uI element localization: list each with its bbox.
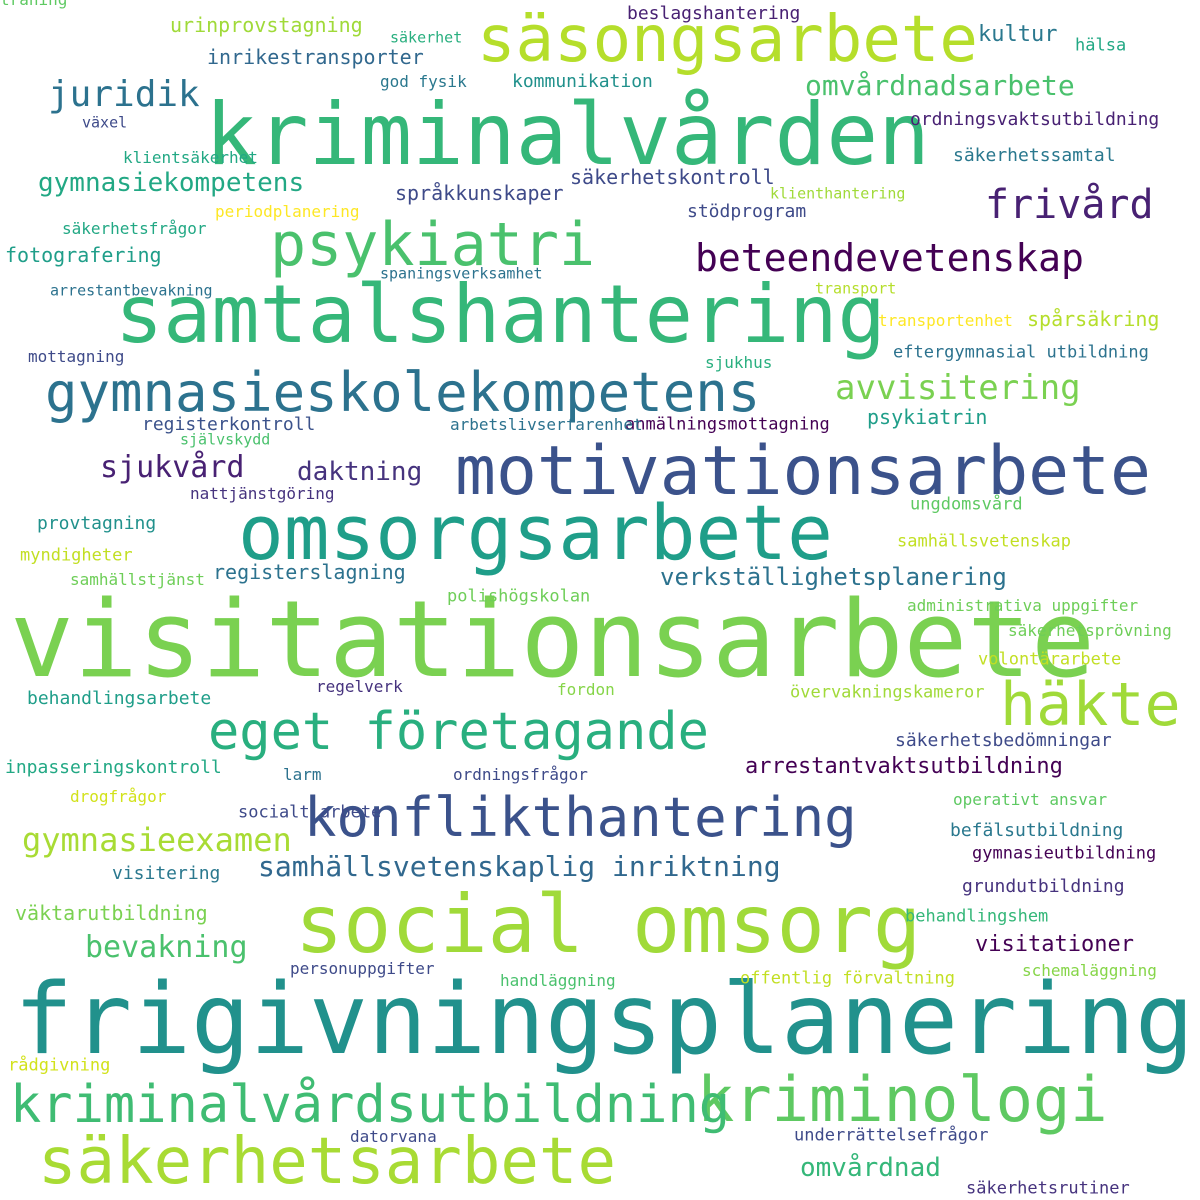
word-säkerhet: säkerhet — [390, 28, 463, 47]
word-kriminalvården: kriminalvården — [205, 85, 930, 185]
word-omvårdnad: omvårdnad — [800, 1153, 941, 1183]
word-mottagning: mottagning — [28, 347, 125, 366]
word-beslagshantering: beslagshantering — [627, 3, 801, 24]
word-ungdomsvård: ungdomsvård — [910, 494, 1023, 515]
word-säkerhetsbedömningar: säkerhetsbedömningar — [895, 730, 1112, 751]
word-gymnasieutbildning: gymnasieutbildning — [972, 843, 1157, 864]
word-bevakning: bevakning — [85, 930, 248, 965]
word-social-omsorg: social omsorg — [295, 878, 922, 971]
word-häkte: häkte — [1000, 670, 1181, 740]
word-larm: larm — [283, 765, 322, 784]
word-samhällsvetenskaplig-inriktning: samhällsvetenskaplig inriktning — [258, 850, 781, 883]
word-kriminologi: kriminologi — [697, 1063, 1108, 1136]
word-personuppgifter: personuppgifter — [290, 959, 435, 978]
word-god-fysik: god fysik — [380, 72, 467, 91]
word-samtalshantering: samtalshantering — [115, 268, 886, 361]
word-volontärarbete: volontärarbete — [978, 649, 1122, 670]
word-övervakningskameror: övervakningskameror — [790, 682, 985, 703]
word-kultur: kultur — [978, 22, 1058, 47]
word-rådgivning: rådgivning — [8, 1055, 111, 1076]
word-säkerhetskontroll: säkerhetskontroll — [570, 165, 775, 189]
word-visitationer: visitationer — [975, 932, 1134, 957]
word-operativt-ansvar: operativt ansvar — [953, 790, 1108, 809]
word-frivård: frivård — [985, 182, 1154, 228]
word-nattjänstgöring: nattjänstgöring — [190, 484, 335, 503]
word-socialt-arbete: socialt arbete — [238, 802, 382, 823]
word-anmälningsmottagning: anmälningsmottagning — [625, 414, 830, 435]
word-polishögskolan: polishögskolan — [447, 586, 591, 607]
word-träning: träning — [0, 0, 67, 8]
word-inrikestransporter: inrikestransporter — [207, 45, 424, 69]
word-underrättelsefrågor: underrättelsefrågor — [794, 1125, 989, 1146]
word-konflikthantering: konflikthantering — [304, 786, 857, 849]
word-gymnasieexamen: gymnasieexamen — [22, 821, 292, 859]
word-växel: växel — [82, 113, 128, 132]
word-periodplanering: periodplanering — [215, 202, 360, 221]
word-ordningsfrågor: ordningsfrågor — [453, 765, 588, 784]
word-beteendevetenskap: beteendevetenskap — [695, 236, 1084, 280]
word-omvårdnadsarbete: omvårdnadsarbete — [805, 69, 1075, 102]
word-eget-företagande: eget företagande — [208, 702, 709, 762]
word-juridik: juridik — [48, 74, 200, 115]
word-transportenhet: transportenhet — [878, 311, 1013, 330]
word-grundutbildning: grundutbildning — [962, 876, 1125, 897]
word-transport: transport — [815, 279, 897, 298]
word-drogfrågor: drogfrågor — [70, 787, 167, 806]
word-urinprovstagning: urinprovstagning — [170, 13, 363, 37]
word-behandlingshem: behandlingshem — [905, 906, 1049, 927]
word-handläggning: handläggning — [500, 971, 616, 990]
word-fordon: fordon — [557, 680, 615, 699]
word-säkerhetsarbete: säkerhetsarbete — [38, 1125, 616, 1199]
word-avvisitering: avvisitering — [835, 368, 1081, 408]
word-daktning: daktning — [297, 457, 423, 487]
word-provtagning: provtagning — [37, 513, 157, 534]
word-säkerhetsfrågor: säkerhetsfrågor — [62, 219, 207, 238]
word-inpasseringskontroll: inpasseringskontroll — [5, 757, 222, 778]
word-arrestantbevakning: arrestantbevakning — [50, 281, 213, 300]
word-spårsäkring: spårsäkring — [1027, 307, 1160, 331]
word-samhällsvetenskap: samhällsvetenskap — [897, 531, 1071, 552]
word-cloud: frigivningsplanering visitationsarbete kri… — [0, 0, 1200, 1200]
word-eftergymnasial-utbildning: eftergymnasial utbildning — [893, 342, 1149, 363]
word-offentlig-förvaltning: offentlig förvaltning — [740, 968, 955, 989]
word-säkerhetsrutiner: säkerhetsrutiner — [966, 1178, 1130, 1199]
word-självskydd: självskydd — [180, 430, 271, 449]
word-klientsäkerhet: klientsäkerhet — [123, 148, 258, 167]
word-registerslagning: registerslagning — [213, 560, 406, 584]
word-sjukvård: sjukvård — [100, 450, 245, 485]
word-gymnasiekompetens: gymnasiekompetens — [38, 168, 305, 198]
word-behandlingsarbete: behandlingsarbete — [27, 688, 212, 709]
word-arrestantvaktsutbildning: arrestantvaktsutbildning — [745, 754, 1063, 779]
word-hälsa: hälsa — [1075, 35, 1127, 56]
word-väktarutbildning: väktarutbildning — [15, 901, 208, 925]
word-spaningsverksamhet: spaningsverksamhet — [380, 264, 543, 283]
word-visitering: visitering — [112, 863, 221, 884]
word-säkerhetsprövning: säkerhetsprövning — [1008, 621, 1172, 640]
word-motivationsarbete: motivationsarbete — [455, 432, 1151, 511]
word-gymnasieskolekompetens: gymnasieskolekompetens — [45, 361, 761, 424]
word-arbetslivserfarenhet: arbetslivserfarenhet — [450, 415, 643, 434]
word-verkställighetsplanering: verkställighetsplanering — [660, 563, 1007, 591]
word-administrativa-uppgifter: administrativa uppgifter — [907, 596, 1139, 615]
word-språkkunskaper: språkkunskaper — [395, 181, 564, 205]
word-psykiatrin: psykiatrin — [867, 405, 988, 429]
word-regelverk: regelverk — [316, 677, 403, 696]
word-klienthantering: klienthantering — [770, 184, 906, 203]
word-kriminalvårdsutbildning: kriminalvårdsutbildning — [10, 1075, 731, 1135]
word-samhällstjänst: samhällstjänst — [70, 570, 205, 589]
word-schemaläggning: schemaläggning — [1022, 961, 1157, 980]
word-kommunikation: kommunikation — [512, 71, 653, 92]
word-sjukhus: sjukhus — [705, 353, 773, 372]
word-befälsutbildning: befälsutbildning — [950, 820, 1124, 841]
word-myndigheter: myndigheter — [20, 545, 133, 566]
word-ordningsvaktsutbildning: ordningsvaktsutbildning — [910, 109, 1160, 130]
word-stödprogram: stödprogram — [687, 201, 807, 222]
word-fotografering: fotografering — [5, 243, 162, 267]
word-säkerhetssamtal: säkerhetssamtal — [953, 145, 1116, 166]
word-datorvana: datorvana — [350, 1127, 437, 1146]
